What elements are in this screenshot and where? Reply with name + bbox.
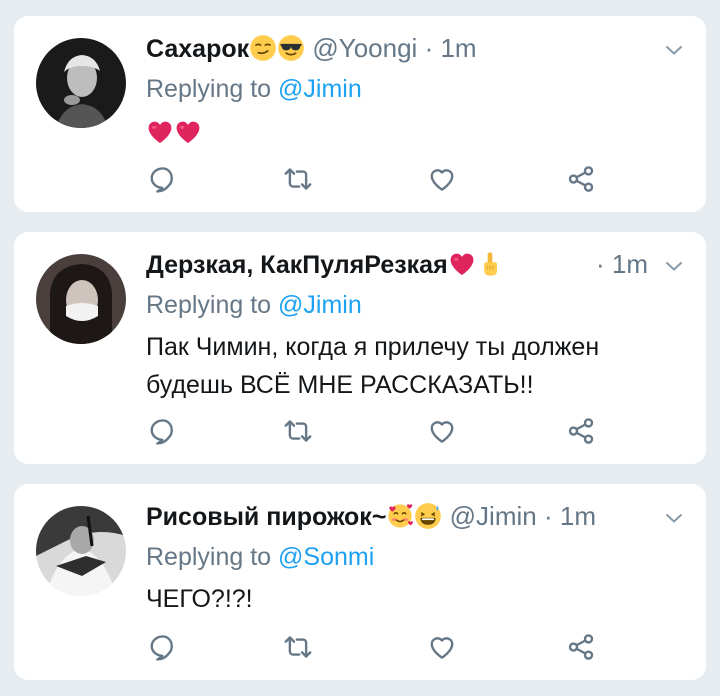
red-heart-emoji <box>174 118 202 146</box>
avatar[interactable] <box>36 38 126 128</box>
tweet-text: Пак Чимин, когда я прилечу ты должен буд… <box>146 333 600 399</box>
reply-icon[interactable] <box>148 416 178 446</box>
replying-to-label: Replying to <box>146 291 272 319</box>
mention-link[interactable]: @Jimin <box>278 75 362 103</box>
display-name[interactable]: Сахарок <box>146 35 249 63</box>
chevron-down-icon[interactable] <box>662 506 686 530</box>
avatar-image <box>36 38 126 128</box>
separator-dot: · <box>424 33 434 63</box>
tweet-card[interactable]: Сахарок @Yoongi · 1m Replying to @Jimin <box>14 16 706 212</box>
heart-outline-icon[interactable] <box>427 164 457 194</box>
smirking-face-emoji <box>249 34 277 62</box>
user-handle[interactable]: @Yoongi <box>312 33 417 63</box>
replying-to: Replying to @Jimin <box>146 72 362 106</box>
tweet-card[interactable]: Дерзкая, КакПуляРезкая · 1m Replying to … <box>14 232 706 464</box>
sunglasses-face-emoji <box>277 34 305 62</box>
timestamp-group: · 1m <box>596 246 648 282</box>
tweet-text <box>146 114 676 152</box>
timestamp[interactable]: 1m <box>560 501 596 531</box>
replying-to-label: Replying to <box>146 75 272 103</box>
display-name[interactable]: Рисовый пирожок~ <box>146 503 386 531</box>
avatar[interactable] <box>36 254 126 344</box>
timestamp[interactable]: 1m <box>612 249 648 279</box>
chevron-down-icon[interactable] <box>662 254 686 278</box>
chevron-down-icon[interactable] <box>662 38 686 62</box>
share-icon[interactable] <box>566 416 596 446</box>
display-name[interactable]: Дерзкая, КакПуляРезкая <box>146 251 448 279</box>
avatar-image <box>36 506 126 596</box>
grinning-sweat-face-emoji <box>414 502 442 530</box>
mention-link[interactable]: @Jimin <box>278 291 362 319</box>
heart-outline-icon[interactable] <box>427 416 457 446</box>
tweet-actions <box>146 164 606 196</box>
separator-dot: · <box>543 501 553 531</box>
replying-to-label: Replying to <box>146 543 272 571</box>
timestamp[interactable]: 1m <box>440 33 476 63</box>
red-heart-emoji <box>448 250 476 278</box>
retweet-icon[interactable] <box>283 632 313 662</box>
reply-icon[interactable] <box>148 632 178 662</box>
share-icon[interactable] <box>566 632 596 662</box>
replying-to: Replying to @Sonmi <box>146 540 374 574</box>
replying-to: Replying to @Jimin <box>146 288 362 322</box>
tweet-header: Дерзкая, КакПуляРезкая <box>146 246 646 282</box>
user-handle[interactable]: @Jimin <box>450 501 537 531</box>
share-icon[interactable] <box>566 164 596 194</box>
smiling-face-with-hearts-emoji <box>386 502 414 530</box>
retweet-icon[interactable] <box>283 416 313 446</box>
retweet-icon[interactable] <box>283 164 313 194</box>
avatar-image <box>36 254 126 344</box>
red-heart-emoji <box>146 118 174 146</box>
tweet-header: Рисовый пирожок~ @Jimin · 1m <box>146 498 646 534</box>
heart-outline-icon[interactable] <box>427 632 457 662</box>
separator-dot: · <box>595 249 605 279</box>
avatar[interactable] <box>36 506 126 596</box>
tweet-actions <box>146 416 606 448</box>
reply-icon[interactable] <box>148 164 178 194</box>
tweet-card[interactable]: Рисовый пирожок~ @Jimin · 1m Replying to… <box>14 484 706 680</box>
tweet-actions <box>146 632 606 664</box>
pointing-up-emoji <box>476 250 504 278</box>
mention-link[interactable]: @Sonmi <box>278 543 374 571</box>
tweet-header: Сахарок @Yoongi · 1m <box>146 30 646 66</box>
tweet-text: ЧЕГО?!?! <box>146 585 253 613</box>
